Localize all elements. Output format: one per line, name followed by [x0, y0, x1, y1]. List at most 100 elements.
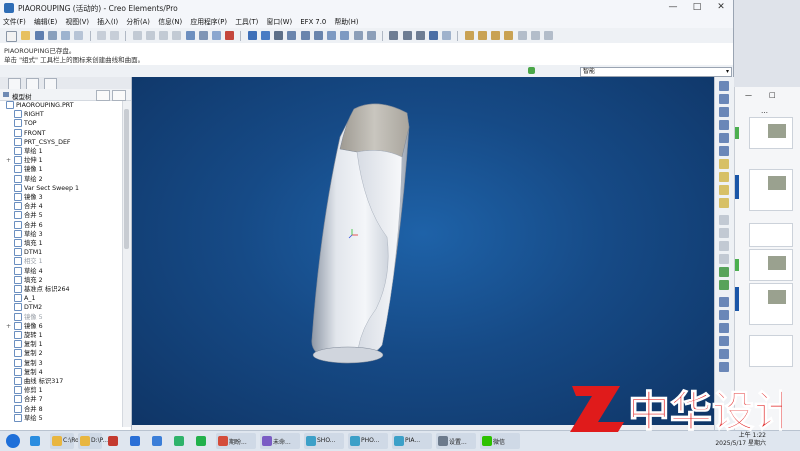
- extend-tool-icon[interactable]: [719, 349, 729, 359]
- tree-item[interactable]: 相交 1: [14, 257, 43, 266]
- tree-item[interactable]: FRONT: [14, 128, 46, 138]
- tree-item[interactable]: RIGHT: [14, 110, 44, 119]
- thumbnail-card[interactable]: [749, 169, 793, 211]
- menu-applications[interactable]: 应用程序(P): [187, 16, 230, 28]
- tree-item[interactable]: 合并 5: [14, 211, 43, 220]
- show-menu-icon[interactable]: [112, 90, 126, 101]
- tree-item[interactable]: + 拉伸 1: [6, 156, 43, 165]
- zoom-in-icon[interactable]: [287, 31, 297, 40]
- taskbar-button[interactable]: 设置...: [436, 433, 476, 449]
- menu-analysis[interactable]: 分析(A): [123, 16, 153, 28]
- taskbar-button[interactable]: [172, 433, 190, 449]
- taskbar-button[interactable]: [128, 433, 146, 449]
- tree-item[interactable]: 镜像 5: [14, 312, 43, 322]
- tree-scrollbar[interactable]: [122, 101, 131, 427]
- taskbar-button[interactable]: [106, 433, 124, 449]
- zoom-out-icon[interactable]: [300, 31, 310, 40]
- tree-item[interactable]: 填充 1: [14, 239, 43, 248]
- datum-plane-tool-icon[interactable]: [719, 81, 729, 91]
- paste-icon[interactable]: [159, 31, 169, 40]
- tree-item[interactable]: 曲线 标识317: [14, 377, 63, 386]
- tree-item[interactable]: PRT_CSYS_DEF: [14, 137, 71, 147]
- taskbar-button[interactable]: [28, 433, 46, 449]
- expand-icon[interactable]: +: [6, 322, 11, 331]
- tree-item[interactable]: 镜像 3: [14, 193, 43, 202]
- tree-item[interactable]: 镜像 1: [14, 165, 43, 174]
- datum-axes-icon[interactable]: [477, 31, 487, 40]
- tree-item[interactable]: 草绘 2: [14, 174, 43, 184]
- annotation-icon[interactable]: [517, 31, 527, 40]
- datum-curve-tool-icon[interactable]: [719, 107, 729, 117]
- taskbar-button[interactable]: 微信: [480, 433, 520, 449]
- tree-item[interactable]: 填充 2: [14, 275, 43, 285]
- datum-axis-tool-icon[interactable]: [719, 94, 729, 104]
- paste-special-icon[interactable]: [172, 31, 182, 40]
- wireframe-icon[interactable]: [389, 31, 399, 40]
- tree-item[interactable]: Var Sect Sweep 1: [14, 183, 79, 193]
- refit-icon[interactable]: [313, 31, 323, 40]
- scrollbar-thumb[interactable]: [124, 109, 129, 249]
- enhanced-realism-icon[interactable]: [442, 31, 452, 40]
- new-file-icon[interactable]: [6, 31, 18, 42]
- menu-file[interactable]: 文件(F): [0, 16, 29, 28]
- tree-item[interactable]: TOP: [14, 119, 37, 128]
- side-maximize-icon[interactable]: □: [769, 91, 776, 99]
- undo-icon[interactable]: [96, 31, 106, 40]
- taskbar-button[interactable]: [4, 433, 24, 449]
- select-box-icon[interactable]: [211, 31, 221, 40]
- pattern-tool-icon[interactable]: [719, 336, 729, 346]
- find-icon[interactable]: [198, 31, 208, 40]
- shading-icon[interactable]: [428, 31, 438, 40]
- insert-tool-icon[interactable]: [719, 172, 729, 182]
- analysis-tool-icon[interactable]: [719, 146, 729, 156]
- hole-tool-icon[interactable]: [719, 215, 729, 225]
- tree-item[interactable]: 修剪 1: [14, 386, 43, 395]
- tree-item[interactable]: 基准点 标识264: [14, 285, 70, 294]
- graphics-viewport[interactable]: [132, 77, 714, 425]
- menu-help[interactable]: 帮助(H): [331, 16, 361, 28]
- redo-icon[interactable]: [110, 31, 120, 40]
- tree-item[interactable]: 复制 3: [14, 358, 43, 368]
- cut-icon[interactable]: [132, 31, 142, 40]
- more-options-icon[interactable]: …: [761, 107, 768, 115]
- sketch-tool-icon[interactable]: [719, 159, 729, 169]
- taskbar-button[interactable]: 期盼...: [216, 433, 256, 449]
- close-button[interactable]: ✕: [710, 1, 732, 14]
- tree-item[interactable]: 草绘 1: [14, 147, 43, 156]
- round-tool-icon[interactable]: [719, 267, 729, 277]
- tree-item[interactable]: DTM1: [14, 248, 42, 257]
- tree-item[interactable]: 复制 4: [14, 367, 43, 377]
- taskbar-button[interactable]: [150, 433, 168, 449]
- datum-points-icon[interactable]: [491, 31, 501, 40]
- tree-item[interactable]: DTM2: [14, 303, 42, 312]
- tree-item[interactable]: + 镜像 6: [6, 321, 43, 331]
- rib-tool-icon[interactable]: [719, 241, 729, 251]
- taskbar-button[interactable]: PIA...: [392, 433, 432, 449]
- taskbar-button[interactable]: SHO...: [304, 433, 344, 449]
- thumbnail-card[interactable]: [749, 283, 793, 325]
- maximize-button[interactable]: □: [686, 1, 708, 14]
- thumbnail-card[interactable]: [749, 335, 793, 367]
- thumbnail-card[interactable]: [749, 223, 793, 247]
- chamfer-tool-icon[interactable]: [719, 280, 729, 290]
- datum-point-tool-icon[interactable]: [719, 120, 729, 130]
- csys-display-icon[interactable]: [504, 31, 514, 40]
- analysis-icon[interactable]: [225, 31, 235, 40]
- extrude-tool-icon[interactable]: [719, 185, 729, 195]
- revolve-tool-icon[interactable]: [719, 198, 729, 208]
- saved-views-icon[interactable]: [340, 31, 350, 40]
- layers-icon[interactable]: [353, 31, 363, 40]
- draft-tool-icon[interactable]: [719, 254, 729, 264]
- repaint-icon[interactable]: [247, 31, 257, 40]
- orient-mode-icon[interactable]: [274, 31, 284, 40]
- context-help-icon[interactable]: [530, 31, 540, 40]
- thumbnail-card[interactable]: [749, 117, 793, 149]
- print-icon[interactable]: [47, 31, 57, 40]
- save-icon[interactable]: [34, 31, 44, 40]
- menu-info[interactable]: 信息(N): [155, 16, 185, 28]
- tree-item[interactable]: 复制 1: [14, 340, 43, 349]
- merge-tool-icon[interactable]: [719, 310, 729, 320]
- taskbar-button[interactable]: PHO...: [348, 433, 388, 449]
- tree-item[interactable]: 合并 7: [14, 395, 43, 404]
- tree-item[interactable]: 合并 6: [14, 220, 43, 230]
